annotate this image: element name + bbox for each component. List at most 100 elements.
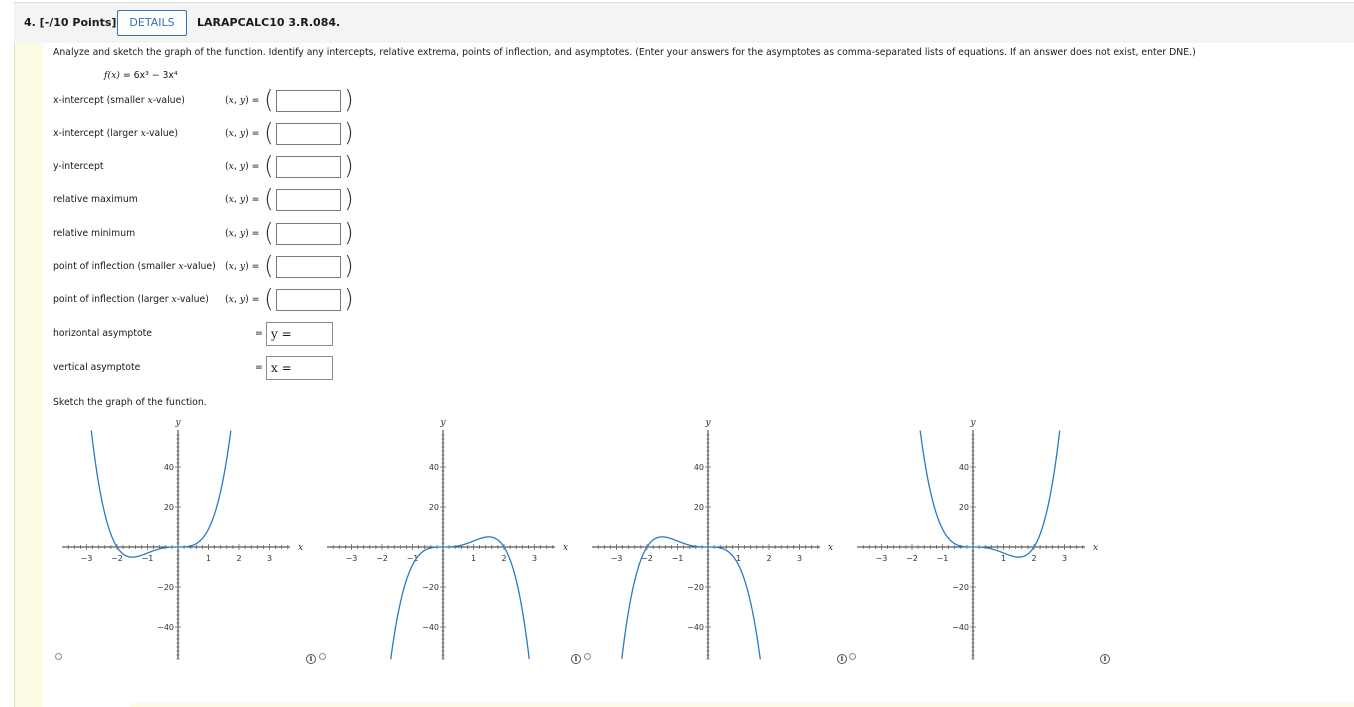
question-points: 4. [-/10 Points] xyxy=(24,16,117,29)
graph-option-b: −3 −2 −1 1 2 34020−20−40xy xyxy=(327,418,568,660)
function-curve xyxy=(90,430,232,558)
x-tick-label: 2 xyxy=(1031,554,1036,563)
y-tick-label: −40 xyxy=(422,623,439,632)
y-tick-label: −20 xyxy=(952,583,969,592)
open-paren: ( xyxy=(264,284,274,313)
row-label-5: point of inflection (smaller x-value) xyxy=(53,261,216,272)
row-label-end: -value) xyxy=(145,128,179,139)
function-rhs: = 6x³ − 3x⁴ xyxy=(122,70,178,81)
xy-label: (x, y) = xyxy=(225,128,260,139)
open-paren: ( xyxy=(264,118,274,147)
x-tick-label: −3 xyxy=(81,554,93,563)
x-tick-label: 2 xyxy=(236,554,241,563)
x-tick-label: 3 xyxy=(797,554,802,563)
radio-option-c[interactable] xyxy=(584,653,591,660)
function-curve xyxy=(919,430,1061,558)
y-tick-label: −20 xyxy=(157,583,174,592)
row-label-end: -value) xyxy=(152,95,185,106)
sketch-instruction: Sketch the graph of the function. xyxy=(53,397,207,408)
y-tick-label: −40 xyxy=(687,623,704,632)
info-icon[interactable]: i xyxy=(306,654,316,664)
details-button[interactable]: DETAILS xyxy=(117,10,187,36)
answer-input-1[interactable] xyxy=(276,123,341,145)
graph-option-c: −3 −2 −1 1 2 34020−20−40xy xyxy=(592,418,833,660)
x-tick-label: 2 xyxy=(766,554,771,563)
row-label-text: x-intercept (larger xyxy=(53,128,141,139)
x-tick-label: −3 xyxy=(611,554,623,563)
info-icon[interactable]: i xyxy=(837,654,847,664)
x-axis-label: x xyxy=(828,543,833,553)
answer-input-4[interactable] xyxy=(276,223,341,245)
y-tick-label: 20 xyxy=(694,503,704,512)
instructions-text: Analyze and sketch the graph of the func… xyxy=(53,47,1196,58)
vertical-asymptote-input[interactable]: x = xyxy=(266,356,333,380)
xy-label: (x, y) = xyxy=(225,261,260,272)
y-axis-label: y xyxy=(439,418,446,428)
close-paren: ) xyxy=(344,284,354,313)
x-axis-label: x xyxy=(563,543,568,553)
y-tick-label: −20 xyxy=(422,583,439,592)
y-tick-label: 40 xyxy=(429,463,439,472)
function-lhs: f(x) xyxy=(104,70,120,81)
row-label-2: y-intercept xyxy=(53,161,104,172)
row-label-text: point of inflection (larger xyxy=(53,294,172,305)
y-tick-label: −20 xyxy=(687,583,704,592)
graph-option-d: −3 −2 −1 1 2 3 40 20 −20 −40 x y xyxy=(857,418,1098,660)
graph-option-a: −3 −2 −1 1 2 3 40 20 −20 −40 x y xyxy=(62,418,303,660)
answer-input-6[interactable] xyxy=(276,289,341,311)
vertical-asymptote-label: vertical asymptote xyxy=(53,362,141,373)
answer-input-2[interactable] xyxy=(276,156,341,178)
row-label-text: point of inflection (smaller xyxy=(53,261,179,272)
y-tick-label: 40 xyxy=(164,463,174,472)
y-tick-label: −40 xyxy=(157,623,174,632)
x-axis-label: x xyxy=(298,543,303,553)
question-header: 4. [-/10 Points] DETAILS LARAPCALC10 3.R… xyxy=(14,2,1354,44)
function-definition: f(x) = 6x³ − 3x⁴ xyxy=(104,70,178,81)
equals-sign: = xyxy=(255,362,263,373)
x-tick-label: −2 xyxy=(376,554,388,563)
x-tick-label: −1 xyxy=(672,554,684,563)
y-tick-label: 20 xyxy=(959,503,969,512)
row-label-1: x-intercept (larger x-value) xyxy=(53,128,178,139)
y-tick-label: 20 xyxy=(429,503,439,512)
xy-label: (x, y) = xyxy=(225,294,260,305)
question-bottom-bar xyxy=(130,703,1354,707)
answer-input-0[interactable] xyxy=(276,90,341,112)
info-icon[interactable]: i xyxy=(571,654,581,664)
x-axis-label: x xyxy=(1093,543,1098,553)
y-tick-label: 40 xyxy=(694,463,704,472)
y-axis-label: y xyxy=(174,418,181,428)
y-axis-label: y xyxy=(969,418,976,428)
answer-input-3[interactable] xyxy=(276,189,341,211)
row-label-text: x-intercept (smaller xyxy=(53,95,148,106)
y-tick-label: −40 xyxy=(952,623,969,632)
xy-label: (x, y) = xyxy=(225,95,260,106)
x-tick-label: 3 xyxy=(532,554,537,563)
x-tick-label: −3 xyxy=(876,554,888,563)
xy-label: (x, y) = xyxy=(225,194,260,205)
x-tick-label: 1 xyxy=(206,554,211,563)
horizontal-asymptote-label: horizontal asymptote xyxy=(53,328,153,339)
asymptote-prefix: x = xyxy=(271,361,292,375)
answer-input-5[interactable] xyxy=(276,256,341,278)
x-tick-label: 3 xyxy=(1062,554,1067,563)
row-label-text: relative maximum xyxy=(53,194,138,205)
close-paren: ) xyxy=(344,85,354,114)
xy-label: (x, y) = xyxy=(225,161,260,172)
x-tick-label: −2 xyxy=(111,554,123,563)
row-label-0: x-intercept (smaller x-value) xyxy=(53,95,185,106)
xy-label: (x, y) = xyxy=(225,228,260,239)
radio-option-d[interactable] xyxy=(849,653,856,660)
radio-option-b[interactable] xyxy=(319,653,326,660)
close-paren: ) xyxy=(344,118,354,147)
y-tick-label: 20 xyxy=(164,503,174,512)
horizontal-asymptote-input[interactable]: y = xyxy=(266,322,333,346)
x-tick-label: 1 xyxy=(471,554,476,563)
radio-option-a[interactable] xyxy=(55,653,62,660)
question-id: LARAPCALC10 3.R.084. xyxy=(197,16,341,29)
close-paren: ) xyxy=(344,184,354,213)
y-axis-label: y xyxy=(704,418,711,428)
info-icon[interactable]: i xyxy=(1100,654,1110,664)
row-label-end: -value) xyxy=(176,294,209,305)
x-tick-label: −2 xyxy=(906,554,918,563)
